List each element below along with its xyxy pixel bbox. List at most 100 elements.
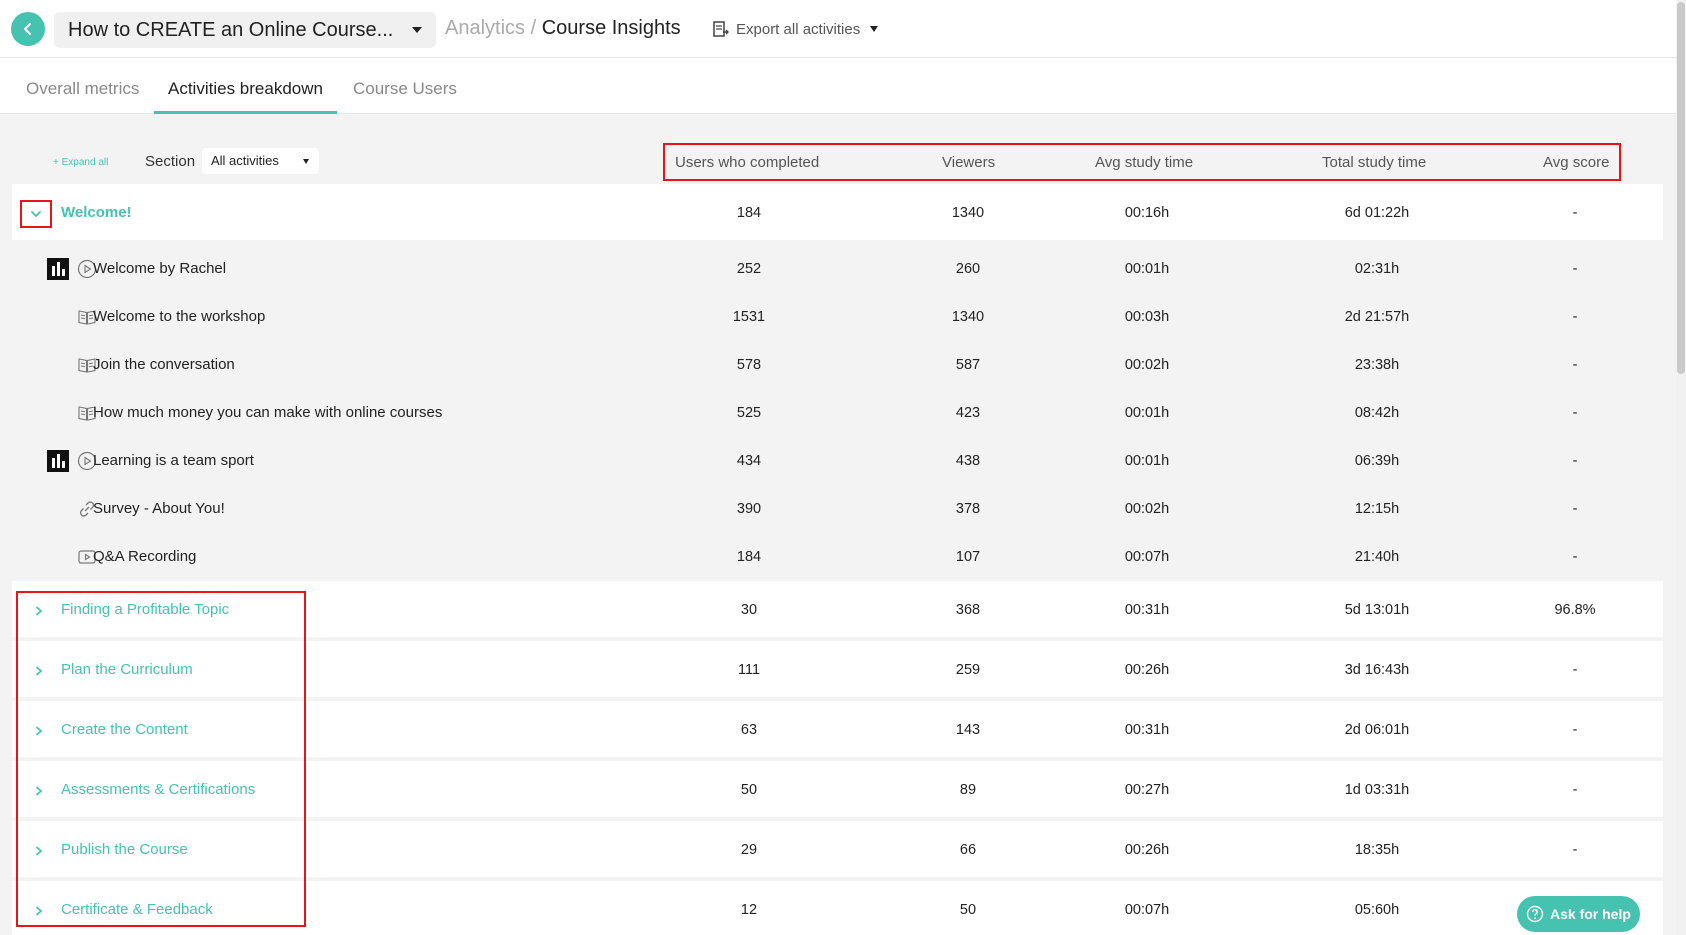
cell-viewers: 1340 (951, 205, 985, 221)
cell-total-study-time: 6d 01:22h (1344, 205, 1410, 221)
cell-avg-study-time: 00:27h (1124, 782, 1170, 798)
cell-avg-study-time: 00:26h (1124, 842, 1170, 858)
cell-users-completed: 12 (740, 902, 758, 918)
cell-total-study-time: 06:39h (1354, 453, 1400, 469)
cell-users-completed: 29 (740, 842, 758, 858)
activity-row[interactable]: How much money you can make with online … (12, 393, 1663, 433)
section-label: Section (145, 153, 196, 170)
activity-row[interactable]: Welcome by Rachel 252 260 00:01h 02:31h - (12, 249, 1663, 289)
course-title: How to CREATE an Online Course... (68, 18, 394, 41)
activity-title[interactable]: Welcome by Rachel (93, 260, 226, 277)
activity-title[interactable]: Welcome to the workshop (93, 308, 265, 325)
caret-down-icon (303, 159, 309, 164)
cell-avg-study-time: 00:03h (1124, 309, 1170, 325)
cell-viewers: 259 (955, 662, 981, 678)
top-header: How to CREATE an Online Course... Analyt… (0, 0, 1676, 58)
cell-users-completed: 525 (736, 405, 762, 421)
cell-avg-score: - (1572, 405, 1578, 421)
tab-overall-metrics[interactable]: Overall metrics (26, 58, 139, 114)
column-header-avg-study-time[interactable]: Avg study time (1095, 154, 1193, 171)
cell-users-completed: 30 (740, 602, 758, 618)
activity-row[interactable]: Welcome to the workshop 1531 1340 00:03h 2d … (12, 297, 1663, 337)
collapse-toggle[interactable] (20, 200, 52, 228)
cell-total-study-time: 12:15h (1354, 501, 1400, 517)
export-button[interactable]: Export all activities (712, 20, 879, 38)
cell-total-study-time: 02:31h (1354, 261, 1400, 277)
tab-course-users[interactable]: Course Users (353, 58, 457, 114)
chevron-down-icon (31, 211, 41, 218)
cell-viewers: 50 (959, 902, 977, 918)
cell-avg-score: - (1572, 842, 1578, 858)
activity-title[interactable]: How much money you can make with online … (93, 404, 442, 421)
export-icon (713, 21, 729, 37)
export-label: Export all activities (736, 20, 861, 38)
activity-row[interactable]: Q&A Recording 184 107 00:07h 21:40h - (12, 537, 1663, 577)
stats-icon[interactable] (47, 258, 69, 280)
breadcrumb-parent[interactable]: Analytics / (445, 17, 536, 39)
cell-avg-study-time: 00:02h (1124, 501, 1170, 517)
cell-total-study-time: 08:42h (1354, 405, 1400, 421)
ask-for-help-button[interactable]: Ask for help (1517, 896, 1640, 932)
sections-highlight (16, 591, 306, 927)
scrollbar-thumb[interactable] (1677, 2, 1685, 374)
cell-users-completed: 1531 (732, 309, 766, 325)
cell-total-study-time: 23:38h (1354, 357, 1400, 373)
cell-avg-score: - (1572, 357, 1578, 373)
cell-avg-study-time: 00:01h (1124, 453, 1170, 469)
course-selector[interactable]: How to CREATE an Online Course... (54, 12, 436, 48)
cell-users-completed: 578 (736, 357, 762, 373)
section-select[interactable]: All activities (202, 148, 319, 174)
cell-avg-score: - (1572, 662, 1578, 678)
chevron-left-icon (24, 23, 31, 35)
activity-row[interactable]: Learning is a team sport 434 438 00:01h 06:3… (12, 441, 1663, 481)
help-label: Ask for help (1550, 906, 1631, 922)
cell-avg-study-time: 00:07h (1124, 902, 1170, 918)
back-button[interactable] (11, 12, 45, 46)
cell-viewers: 438 (955, 453, 981, 469)
section-row-welcome[interactable]: Welcome! 184 1340 00:16h 6d 01:22h - (12, 184, 1663, 240)
cell-avg-study-time: 00:02h (1124, 357, 1170, 373)
cell-total-study-time: 21:40h (1354, 549, 1400, 565)
tab-activities-breakdown[interactable]: Activities breakdown (154, 58, 337, 114)
cell-viewers: 143 (955, 722, 981, 738)
column-header-viewers[interactable]: Viewers (942, 154, 995, 171)
cell-total-study-time: 18:35h (1354, 842, 1400, 858)
activity-title[interactable]: Q&A Recording (93, 548, 196, 565)
cell-avg-study-time: 00:31h (1124, 722, 1170, 738)
expand-all-link[interactable]: + Expand all (53, 157, 108, 168)
breadcrumb: Analytics / Course Insights (445, 17, 681, 40)
cell-avg-score: 96.8% (1554, 602, 1596, 618)
activity-title[interactable]: Join the conversation (93, 356, 235, 373)
section-title[interactable]: Welcome! (61, 204, 132, 221)
column-header-avg-score[interactable]: Avg score (1543, 154, 1609, 171)
cell-viewers: 368 (955, 602, 981, 618)
cell-total-study-time: 3d 16:43h (1344, 662, 1410, 678)
activity-title[interactable]: Survey - About You! (93, 500, 225, 517)
cell-avg-score: - (1572, 722, 1578, 738)
cell-viewers: 66 (959, 842, 977, 858)
cell-avg-study-time: 00:31h (1124, 602, 1170, 618)
cell-avg-study-time: 00:07h (1124, 549, 1170, 565)
cell-avg-score: - (1572, 205, 1578, 221)
cell-users-completed: 252 (736, 261, 762, 277)
cell-avg-score: - (1572, 549, 1578, 565)
activity-row[interactable]: Join the conversation 578 587 00:02h 23:38h - (12, 345, 1663, 385)
tab-bar: Overall metrics Activities breakdown Cou… (0, 58, 1676, 114)
activity-row[interactable]: Survey - About You! 390 378 00:02h 12:15h - (12, 489, 1663, 529)
cell-viewers: 89 (959, 782, 977, 798)
cell-viewers: 378 (955, 501, 981, 517)
column-header-users-completed[interactable]: Users who completed (675, 154, 819, 171)
cell-viewers: 587 (955, 357, 981, 373)
cell-total-study-time: 5d 13:01h (1344, 602, 1410, 618)
column-header-total-study-time[interactable]: Total study time (1322, 154, 1426, 171)
help-icon (1526, 905, 1544, 923)
activity-title[interactable]: Learning is a team sport (93, 452, 254, 469)
cell-avg-study-time: 00:26h (1124, 662, 1170, 678)
cell-avg-score: - (1572, 309, 1578, 325)
stats-icon[interactable] (47, 450, 69, 472)
cell-users-completed: 434 (736, 453, 762, 469)
cell-users-completed: 184 (736, 549, 762, 565)
cell-avg-study-time: 00:01h (1124, 261, 1170, 277)
cell-avg-score: - (1572, 501, 1578, 517)
course-insights-page: How to CREATE an Online Course... Analyt… (0, 0, 1686, 935)
